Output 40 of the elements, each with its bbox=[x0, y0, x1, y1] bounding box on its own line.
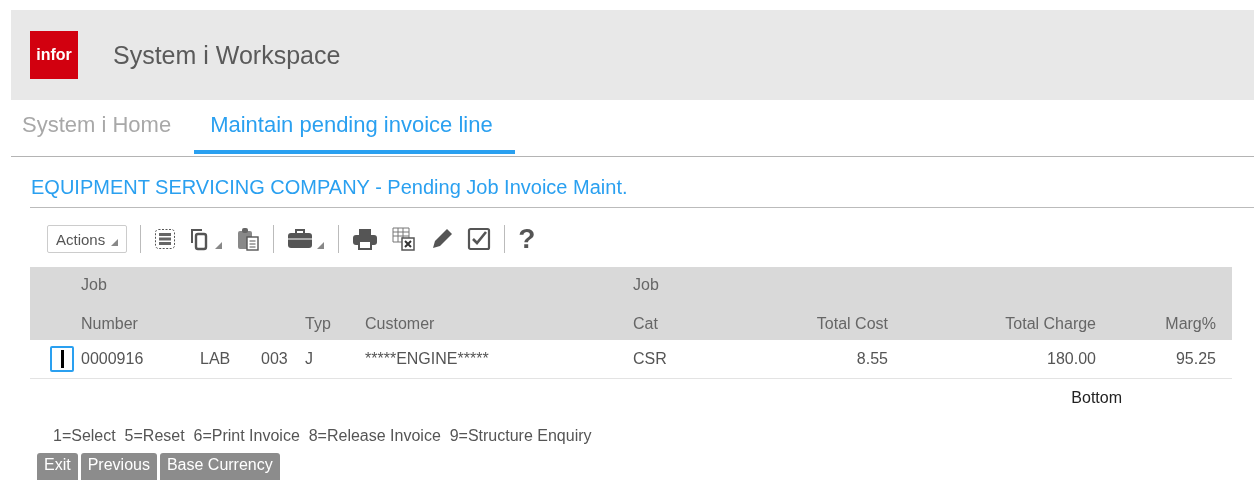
column-header: Total Charge bbox=[1005, 315, 1096, 333]
table-cell-text: CSR bbox=[633, 350, 668, 368]
table-cell-text: 8.55 bbox=[855, 350, 888, 368]
print-icon[interactable] bbox=[352, 227, 379, 251]
list-position-label: Bottom bbox=[1071, 389, 1122, 408]
paste-icon[interactable] bbox=[236, 227, 261, 251]
copy-icon[interactable] bbox=[189, 227, 224, 251]
column-header: Marg% bbox=[1165, 315, 1216, 333]
tab[interactable]: Maintain pending invoice line bbox=[194, 100, 515, 154]
table-cell-text: *****ENGINE***** bbox=[365, 350, 490, 368]
column-header: Job bbox=[81, 276, 108, 294]
actions-button[interactable]: Actions bbox=[47, 225, 128, 253]
column-header: Job bbox=[633, 276, 660, 294]
column-header: Total Cost bbox=[816, 315, 888, 333]
function-key-button[interactable]: Exit bbox=[37, 453, 78, 480]
table-cell-text: 180.00 bbox=[1046, 350, 1096, 368]
table-cell-text: 003 bbox=[261, 350, 289, 368]
checkbox-icon[interactable] bbox=[467, 227, 492, 251]
list-icon[interactable] bbox=[154, 228, 177, 250]
pencil-icon[interactable] bbox=[430, 227, 455, 251]
tab[interactable]: System i Home bbox=[22, 100, 172, 156]
help-icon[interactable]: ? bbox=[518, 225, 536, 253]
app-title: System i Workspace bbox=[113, 40, 341, 70]
caret-icon bbox=[111, 238, 119, 246]
column-header: Customer bbox=[365, 315, 436, 333]
column-header: Typ bbox=[305, 315, 332, 333]
column-header: Cat bbox=[633, 315, 659, 333]
briefcase-icon[interactable] bbox=[287, 227, 326, 251]
table-cell-text: J bbox=[305, 350, 314, 368]
spreadsheet-delete-icon[interactable] bbox=[391, 226, 418, 252]
function-key-button[interactable]: Base Currency bbox=[159, 453, 280, 480]
table-cell-text: LAB bbox=[200, 350, 232, 368]
table-cell-text: 0000916 bbox=[81, 350, 145, 368]
page-title: EQUIPMENT SERVICING COMPANY - Pending Job Invoice Maint. bbox=[30, 157, 1254, 208]
logo: infor bbox=[30, 31, 78, 79]
table-cell-text: 95.25 bbox=[1174, 350, 1216, 368]
option-input-field[interactable] bbox=[50, 346, 74, 372]
column-header: Number bbox=[81, 315, 139, 333]
option-legend: 1=Select 5=Reset 6=Print Invoice 8=Release Invoice 9=Structure Enquiry bbox=[30, 417, 1254, 445]
function-key-button[interactable]: Previous bbox=[80, 453, 157, 480]
